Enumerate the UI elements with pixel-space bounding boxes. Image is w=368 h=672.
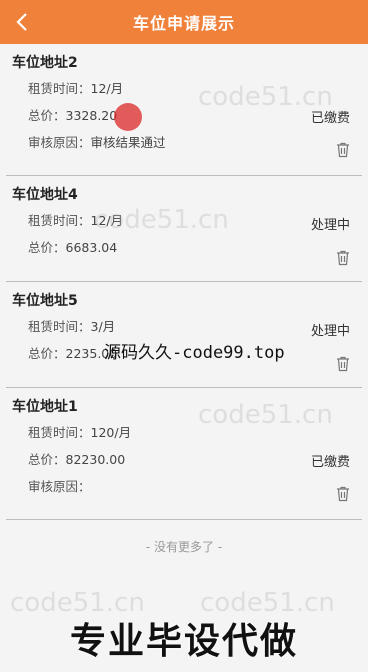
delete-button[interactable] [336, 486, 350, 502]
no-more-text: - 没有更多了 - [145, 540, 223, 554]
total-row: 总价：6683.04 [28, 240, 118, 255]
review-row: 审核原因：审核结果通过 [28, 135, 166, 150]
watermark: code51.cn [10, 588, 145, 618]
parking-address: 车位地址5 [12, 293, 78, 309]
back-button[interactable] [10, 8, 34, 36]
trash-icon [337, 142, 349, 158]
list-item[interactable]: 车位地址2 租赁时间：12/月 总价：3328.20 审核原因：审核结果通过 已… [6, 44, 362, 176]
parking-address: 车位地址2 [12, 55, 78, 71]
delete-button[interactable] [336, 250, 350, 266]
watermark-bottom: 专业毕设代做 [69, 621, 298, 662]
watermark: code51.cn [200, 588, 335, 618]
total-value: 3328.20 [65, 108, 118, 123]
list-item[interactable]: 车位地址1 租赁时间：120/月 总价：82230.00 审核原因： 已缴费 [6, 388, 362, 520]
rent-time-value: 12/月 [90, 213, 124, 228]
status-badge: 处理中 [310, 324, 350, 339]
rent-time-row: 租赁时间：12/月 [28, 81, 124, 96]
parking-address: 车位地址4 [12, 187, 78, 203]
rent-time-row: 租赁时间：12/月 [28, 213, 124, 228]
review-value: 审核结果通过 [90, 135, 166, 150]
chevron-left-icon [16, 13, 27, 31]
app-header: 车位申请展示 [0, 0, 368, 44]
trash-icon [337, 486, 349, 502]
total-value: 2235.00 [65, 346, 118, 361]
status-badge: 处理中 [310, 218, 350, 233]
total-value: 82230.00 [65, 452, 126, 467]
application-list: 车位地址2 租赁时间：12/月 总价：3328.20 审核原因：审核结果通过 已… [0, 44, 368, 520]
page-title: 车位申请展示 [132, 14, 235, 33]
total-row: 总价：2235.00 [28, 346, 118, 361]
status-badge: 已缴费 [310, 111, 350, 126]
status-badge: 已缴费 [310, 455, 350, 470]
total-row: 总价：82230.00 [28, 452, 126, 467]
total-row: 总价：3328.20 [28, 108, 118, 123]
touch-indicator [114, 103, 142, 131]
rent-time-row: 租赁时间：120/月 [28, 425, 132, 440]
review-row: 审核原因： [28, 479, 91, 494]
delete-button[interactable] [336, 356, 350, 372]
rent-time-value: 3/月 [90, 319, 116, 334]
rent-time-value: 120/月 [90, 425, 132, 440]
delete-button[interactable] [336, 142, 350, 158]
list-item[interactable]: 车位地址5 租赁时间：3/月 总价：2235.00 处理中 [6, 282, 362, 388]
total-value: 6683.04 [65, 240, 118, 255]
trash-icon [337, 250, 349, 266]
rent-time-row: 租赁时间：3/月 [28, 319, 116, 334]
parking-address: 车位地址1 [12, 399, 78, 415]
list-item[interactable]: 车位地址4 租赁时间：12/月 总价：6683.04 处理中 [6, 176, 362, 282]
rent-time-value: 12/月 [90, 81, 124, 96]
trash-icon [337, 356, 349, 372]
